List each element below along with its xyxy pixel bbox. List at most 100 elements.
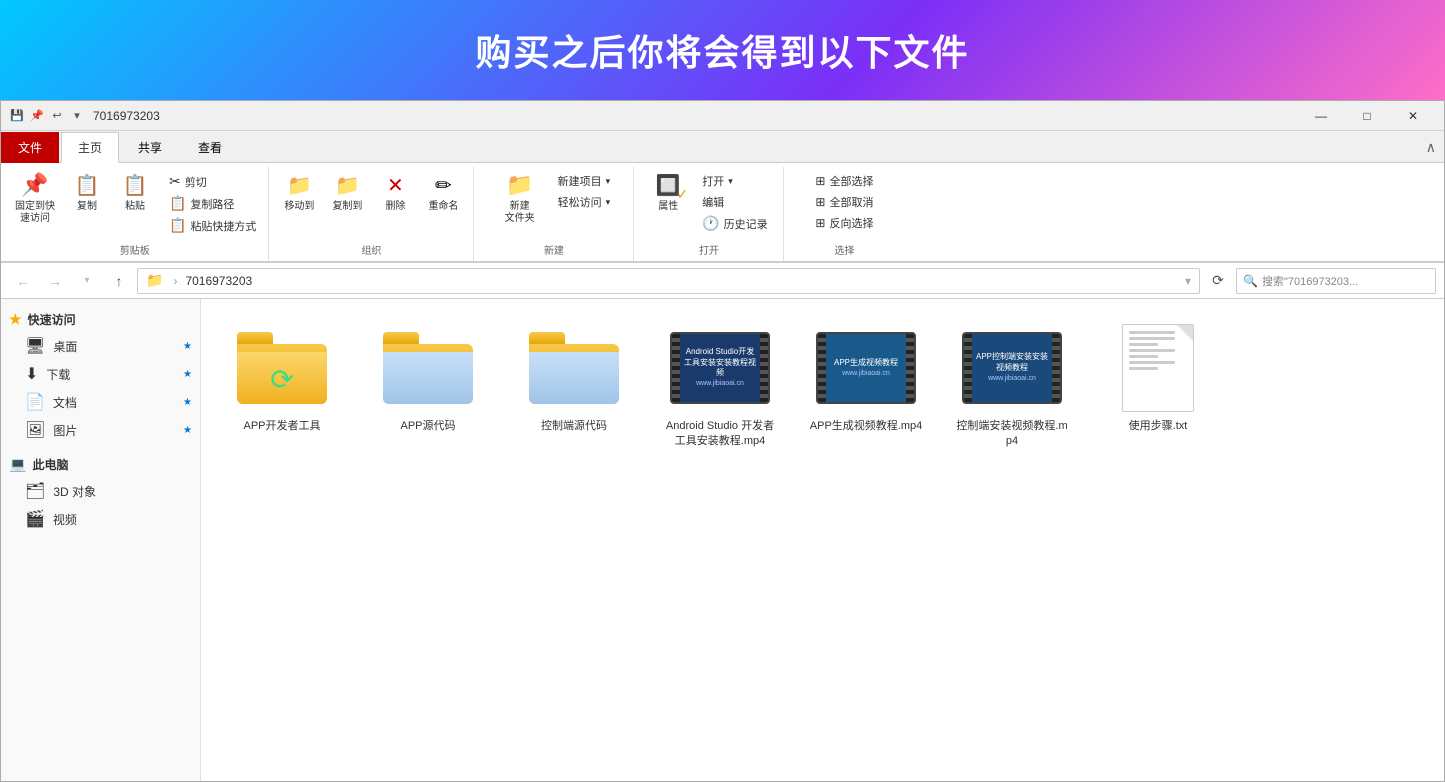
copy-button[interactable]: 📋 复制	[65, 167, 109, 215]
copy-path-button[interactable]: 📋 复制路径	[165, 193, 260, 214]
app-gen-video-name: APP生成视频教程.mp4	[810, 419, 922, 434]
file-item-control-source[interactable]: 控制端源代码	[509, 315, 639, 458]
ribbon-tabs: 文件 主页 共享 查看	[1, 131, 1444, 163]
file-item-app-source[interactable]: APP源代码	[363, 315, 493, 458]
rename-button[interactable]: ✏ 重命名	[421, 167, 465, 215]
tab-home[interactable]: 主页	[61, 132, 119, 163]
history-button[interactable]: 🕐 历史记录	[698, 213, 771, 234]
organize-label: 组织	[361, 240, 381, 261]
ribbon-group-organize: 📁 移动到 📁 复制到 ✕ 删除 ✏ 重命名 组织	[269, 167, 474, 261]
invert-label: 反向选择	[829, 215, 873, 231]
tab-share[interactable]: 共享	[121, 132, 179, 163]
banner: 购买之后你将会得到以下文件	[0, 0, 1445, 100]
maximize-button[interactable]: □	[1344, 101, 1390, 131]
cut-button[interactable]: ✂ 剪切	[165, 171, 260, 192]
select-all-button[interactable]: ⊞ 全部选择	[811, 171, 877, 191]
refresh-button[interactable]: ⟳	[1204, 267, 1232, 295]
minimize-button[interactable]: —	[1298, 101, 1344, 131]
control-install-video-icon-area: APP控制端安装安装视频教程www.jibiaoai.cn	[962, 323, 1062, 413]
close-button[interactable]: ✕	[1390, 101, 1436, 131]
android-studio-video-name: Android Studio 开发者工具安装教程.mp4	[663, 419, 777, 450]
paste-icon: 📋	[119, 169, 151, 201]
file-item-android-studio-video[interactable]: Android Studio开发工具安装安装教程视频www.jibiaoai.c…	[655, 315, 785, 458]
search-icon: 🔍	[1243, 274, 1258, 288]
move-label: 移动到	[284, 201, 314, 213]
film-strip-left	[672, 334, 680, 402]
downloads-pin-icon: ★	[183, 369, 192, 380]
pictures-icon: 🖼	[25, 420, 45, 440]
window-controls: — □ ✕	[1298, 101, 1436, 131]
sidebar-item-videos[interactable]: 🎬 视频	[1, 505, 200, 533]
quick-access-save-icon[interactable]: 💾	[9, 108, 25, 124]
undo-icon[interactable]: ↩	[49, 108, 65, 124]
back-button[interactable]: ←	[9, 267, 37, 295]
copy-to-button[interactable]: 📁 复制到	[325, 167, 369, 215]
film-strip-left-3	[964, 334, 972, 402]
file-item-app-gen-video[interactable]: APP生成视频教程www.jibiaoai.cn APP生成视频教程.mp4	[801, 315, 931, 458]
quick-access-pin-icon[interactable]: 📌	[29, 108, 45, 124]
path-folder-icon: 📁	[146, 272, 163, 289]
sidebar-item-pictures[interactable]: 🖼 图片 ★	[1, 416, 200, 444]
select-none-button[interactable]: ⊞ 全部取消	[811, 192, 877, 212]
delete-button[interactable]: ✕ 删除	[373, 167, 417, 215]
delete-label: 删除	[385, 201, 405, 213]
forward-button[interactable]: →	[41, 267, 69, 295]
star-icon: ★	[9, 311, 22, 328]
tab-view[interactable]: 查看	[181, 132, 239, 163]
folder-icon-app-source	[383, 332, 473, 404]
easy-access-button[interactable]: 轻松访问 ▾	[554, 192, 615, 212]
dropdown-icon[interactable]: ▾	[69, 108, 85, 124]
open-button[interactable]: 打开 ▾	[698, 171, 771, 191]
ribbon-collapse-icon[interactable]: ∧	[1418, 135, 1444, 160]
app-dev-tools-name: APP开发者工具	[243, 419, 320, 434]
select-content: ⊞ 全部选择 ⊞ 全部取消 ⊞ 反向选择	[811, 167, 877, 240]
nav-dropdown-button[interactable]: ▾	[73, 267, 101, 295]
history-label: 历史记录	[724, 216, 768, 232]
file-item-app-dev-tools[interactable]: ⟳ APP开发者工具	[217, 315, 347, 458]
new-folder-button[interactable]: 📁 新建文件夹	[494, 167, 546, 227]
new-label: 新建	[544, 240, 564, 261]
paste-shortcut-button[interactable]: 📋 粘贴快捷方式	[165, 215, 260, 236]
properties-button[interactable]: 🔲 ✓ 属性	[646, 167, 690, 215]
desktop-icon: 🖥	[25, 336, 45, 356]
address-path[interactable]: 📁 › 7016973203 ▾	[137, 268, 1200, 294]
app-source-icon-area	[378, 323, 478, 413]
easy-access-dropdown-icon: ▾	[606, 197, 611, 208]
address-dropdown-icon[interactable]: ▾	[1185, 274, 1191, 288]
sidebar-item-downloads[interactable]: ⬇ 下载 ★	[1, 360, 200, 388]
this-pc-header: 💻 此电脑	[1, 452, 200, 477]
txt-line-4	[1129, 349, 1175, 352]
folder-front-2	[383, 352, 473, 404]
desktop-pin-icon: ★	[183, 341, 192, 352]
cut-label: 剪切	[185, 174, 207, 190]
file-item-txt[interactable]: 使用步骤.txt	[1093, 315, 1223, 458]
app-gen-video-text: APP生成视频教程www.jibiaoai.cn	[818, 334, 914, 402]
file-explorer-window: 💾 📌 ↩ ▾ 7016973203 — □ ✕ 文件 主页 共享 查看 ∧	[0, 100, 1445, 782]
pin-to-quick-access-button[interactable]: 📌 固定到快速访问	[9, 167, 61, 227]
clipboard-label: 剪贴板	[120, 240, 150, 261]
film-strip-left-2	[818, 334, 826, 402]
file-grid: ⟳ APP开发者工具 APP源代码	[201, 299, 1444, 781]
banner-title: 购买之后你将会得到以下文件	[475, 24, 969, 76]
invert-icon: ⊞	[815, 216, 825, 230]
sidebar-item-3d-objects[interactable]: 🗂 3D 对象	[1, 477, 200, 505]
edit-button[interactable]: 编辑	[698, 192, 771, 212]
ribbon-body: 📌 固定到快速访问 📋 复制 📋 粘贴 ✂ 剪切	[1, 163, 1444, 263]
documents-pin-icon: ★	[183, 397, 192, 408]
downloads-icon: ⬇	[25, 364, 38, 384]
invert-selection-button[interactable]: ⊞ 反向选择	[811, 213, 877, 233]
tab-file[interactable]: 文件	[1, 132, 59, 163]
move-to-button[interactable]: 📁 移动到	[277, 167, 321, 215]
up-button[interactable]: ↑	[105, 267, 133, 295]
search-box[interactable]: 🔍 搜索"7016973203...	[1236, 268, 1436, 294]
sidebar-item-desktop[interactable]: 🖥 桌面 ★	[1, 332, 200, 360]
paste-button[interactable]: 📋 粘贴	[113, 167, 157, 215]
file-item-control-install-video[interactable]: APP控制端安装安装视频教程www.jibiaoai.cn 控制端安装视频教程.…	[947, 315, 1077, 458]
select-all-icon: ⊞	[815, 174, 825, 188]
3d-objects-label: 3D 对象	[53, 483, 96, 500]
videos-icon: 🎬	[25, 509, 45, 529]
sidebar-item-documents[interactable]: 📄 文档 ★	[1, 388, 200, 416]
copy-label: 复制	[77, 201, 97, 213]
new-item-button[interactable]: 新建项目 ▾	[554, 171, 615, 191]
control-source-icon-area	[524, 323, 624, 413]
